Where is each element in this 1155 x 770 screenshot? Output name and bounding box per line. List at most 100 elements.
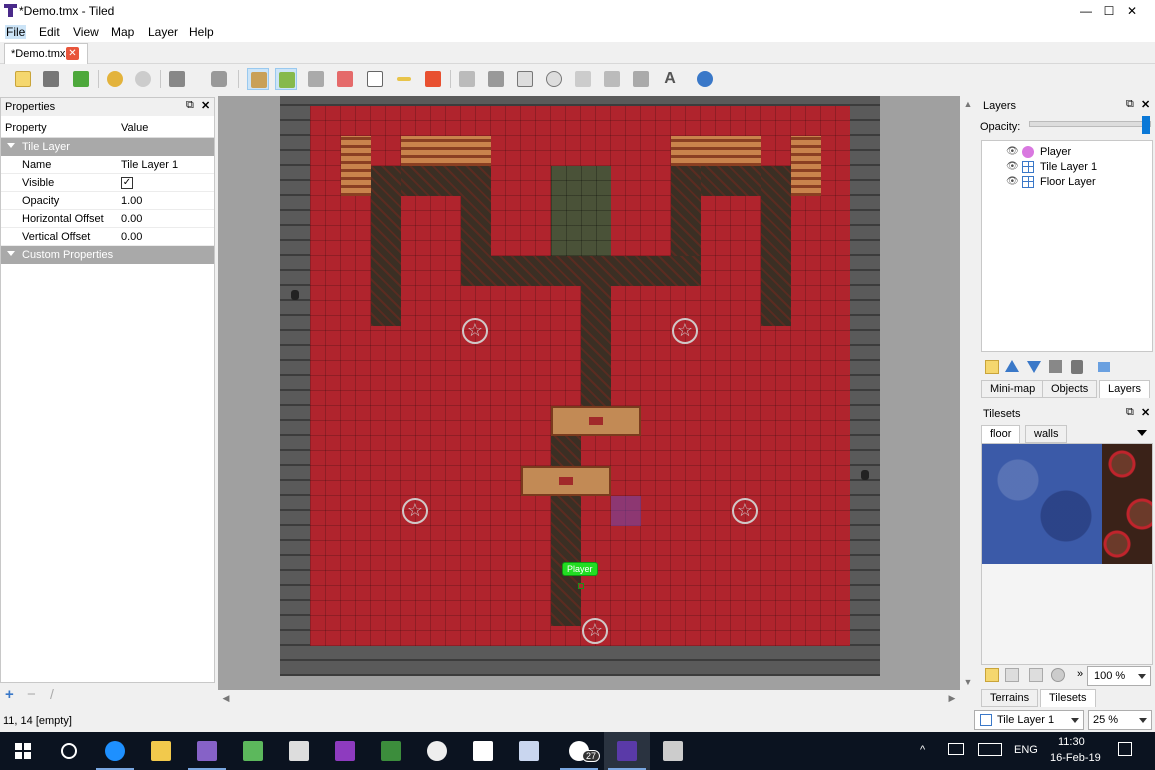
save-icon[interactable] bbox=[70, 68, 92, 90]
notification-icon[interactable] bbox=[1118, 742, 1132, 756]
insert-tile-icon[interactable] bbox=[630, 68, 652, 90]
scroll-right-icon[interactable]: ▶ bbox=[944, 690, 960, 706]
terrain-brush-icon[interactable] bbox=[275, 68, 297, 90]
eraser-icon[interactable] bbox=[334, 68, 356, 90]
battery-icon[interactable] bbox=[948, 743, 964, 755]
layer-row-floor-layer[interactable]: 👁 Floor Layer bbox=[982, 175, 1152, 190]
tab-floor[interactable]: floor bbox=[981, 425, 1021, 443]
vertical-scrollbar[interactable]: ▲ ▼ bbox=[960, 96, 976, 690]
tileset-view[interactable] bbox=[981, 443, 1153, 665]
insert-text-icon[interactable]: A bbox=[659, 68, 681, 90]
float-panel-icon[interactable]: ⧉ bbox=[1126, 406, 1134, 419]
scroll-left-icon[interactable]: ◀ bbox=[218, 690, 234, 706]
menu-map[interactable]: Map bbox=[110, 25, 135, 39]
random-icon[interactable] bbox=[208, 68, 230, 90]
command-icon[interactable] bbox=[166, 68, 188, 90]
player-object-label[interactable]: Player bbox=[562, 562, 598, 576]
property-row-horizontal-offset[interactable]: Horizontal Offset 0.00 bbox=[1, 210, 214, 228]
map-canvas[interactable]: ☆ ☆ ☆ ☆ ☆ Player bbox=[218, 96, 960, 690]
insert-polygon-icon[interactable] bbox=[572, 68, 594, 90]
eye-icon[interactable]: 👁 bbox=[1006, 161, 1019, 172]
export-tileset-icon[interactable] bbox=[1029, 668, 1043, 682]
tileset-menu-icon[interactable] bbox=[1137, 430, 1147, 436]
calculator-icon[interactable] bbox=[276, 732, 322, 770]
tileset-properties-icon[interactable] bbox=[1051, 668, 1065, 682]
close-button[interactable]: ✕ bbox=[1109, 0, 1155, 22]
close-panel-icon[interactable]: ✕ bbox=[1141, 406, 1150, 419]
scroll-down-icon[interactable]: ▼ bbox=[960, 674, 976, 690]
insert-rectangle-icon[interactable] bbox=[514, 68, 536, 90]
walls-tile-preview[interactable] bbox=[1102, 444, 1152, 564]
map-view[interactable]: ☆ ☆ ☆ ☆ ☆ Player bbox=[280, 96, 880, 676]
opacity-slider[interactable] bbox=[1029, 116, 1151, 134]
tiled-icon[interactable] bbox=[604, 732, 650, 770]
store-icon[interactable] bbox=[460, 732, 506, 770]
menu-layer[interactable]: Layer bbox=[147, 25, 179, 39]
redo-icon[interactable] bbox=[132, 68, 154, 90]
close-tab-icon[interactable]: ✕ bbox=[66, 47, 79, 60]
add-property-icon[interactable]: + bbox=[5, 686, 14, 703]
insert-polyline-icon[interactable] bbox=[601, 68, 623, 90]
select-same-tile-icon[interactable] bbox=[422, 68, 444, 90]
eye-icon[interactable]: 👁 bbox=[1006, 146, 1019, 157]
keyboard-icon[interactable] bbox=[978, 743, 1002, 756]
embed-tileset-icon[interactable] bbox=[1005, 668, 1019, 682]
tab-objects[interactable]: Objects bbox=[1042, 380, 1098, 398]
start-icon[interactable] bbox=[0, 732, 46, 770]
new-tileset-icon[interactable] bbox=[985, 668, 999, 682]
layer-list[interactable]: 👁 Player 👁 Tile Layer 1 👁 Floor Layer bbox=[981, 140, 1153, 352]
select-objects-icon[interactable] bbox=[456, 68, 478, 90]
group-tile-layer[interactable]: Tile Layer bbox=[1, 138, 214, 156]
open-icon[interactable] bbox=[40, 68, 62, 90]
clock-time[interactable]: 11:30 bbox=[1058, 736, 1085, 748]
rectangle-select-icon[interactable] bbox=[364, 68, 386, 90]
visual-studio-icon[interactable] bbox=[184, 732, 230, 770]
snipping-icon[interactable] bbox=[506, 732, 552, 770]
current-layer-select[interactable]: Tile Layer 1 bbox=[974, 710, 1084, 730]
new-layer-icon[interactable] bbox=[985, 360, 999, 374]
group-custom-properties[interactable]: Custom Properties bbox=[1, 246, 214, 264]
property-row-vertical-offset[interactable]: Vertical Offset 0.00 bbox=[1, 228, 214, 246]
chevron-up-icon[interactable]: ^ bbox=[920, 744, 925, 756]
insert-ellipse-icon[interactable] bbox=[543, 68, 565, 90]
duplicate-layer-icon[interactable] bbox=[1049, 360, 1062, 373]
file-explorer-icon[interactable] bbox=[138, 732, 184, 770]
scroll-up-icon[interactable]: ▲ bbox=[960, 96, 976, 112]
map-zoom-select[interactable]: 25 % bbox=[1088, 710, 1152, 730]
game-icon[interactable] bbox=[368, 732, 414, 770]
opacity-slider-handle[interactable] bbox=[1142, 116, 1150, 134]
raise-layer-icon[interactable] bbox=[1005, 360, 1019, 372]
close-panel-icon[interactable]: ✕ bbox=[201, 99, 210, 112]
tileset-zoom-select[interactable]: 100 % bbox=[1087, 666, 1151, 686]
property-row-name[interactable]: Name Tile Layer 1 bbox=[1, 156, 214, 174]
menu-file[interactable]: File bbox=[5, 25, 27, 39]
new-map-icon[interactable] bbox=[12, 68, 34, 90]
telegram-icon[interactable]: 27 bbox=[556, 732, 602, 770]
menu-view[interactable]: View bbox=[72, 25, 100, 39]
maps-icon[interactable] bbox=[414, 732, 460, 770]
search-icon[interactable] bbox=[46, 732, 92, 770]
paint-icon[interactable] bbox=[230, 732, 276, 770]
undo-icon[interactable] bbox=[104, 68, 126, 90]
property-row-opacity[interactable]: Opacity 1.00 bbox=[1, 192, 214, 210]
menu-help[interactable]: Help bbox=[188, 25, 215, 39]
rename-property-icon[interactable]: / bbox=[50, 686, 54, 702]
menu-edit[interactable]: Edit bbox=[38, 25, 61, 39]
layer-row-tile-layer-1[interactable]: 👁 Tile Layer 1 bbox=[982, 160, 1152, 175]
remove-property-icon[interactable]: − bbox=[27, 686, 36, 703]
document-tab[interactable]: *Demo.tmx ✕ bbox=[4, 43, 88, 64]
move-icon[interactable] bbox=[694, 68, 716, 90]
bucket-fill-icon[interactable] bbox=[305, 68, 327, 90]
tab-terrains[interactable]: Terrains bbox=[981, 689, 1039, 707]
edit-polygons-icon[interactable] bbox=[485, 68, 507, 90]
float-panel-icon[interactable]: ⧉ bbox=[186, 99, 194, 112]
language-indicator[interactable]: ENG bbox=[1014, 744, 1038, 756]
layer-properties-icon[interactable] bbox=[1098, 362, 1110, 372]
lower-layer-icon[interactable] bbox=[1027, 361, 1041, 373]
property-row-visible[interactable]: Visible ✓ bbox=[1, 174, 214, 192]
layer-row-player[interactable]: 👁 Player bbox=[982, 145, 1152, 160]
stamp-brush-icon[interactable] bbox=[247, 68, 269, 90]
eye-icon[interactable]: 👁 bbox=[1006, 176, 1019, 187]
onenote-icon[interactable] bbox=[322, 732, 368, 770]
horizontal-scrollbar[interactable]: ◀ ▶ bbox=[218, 690, 960, 706]
